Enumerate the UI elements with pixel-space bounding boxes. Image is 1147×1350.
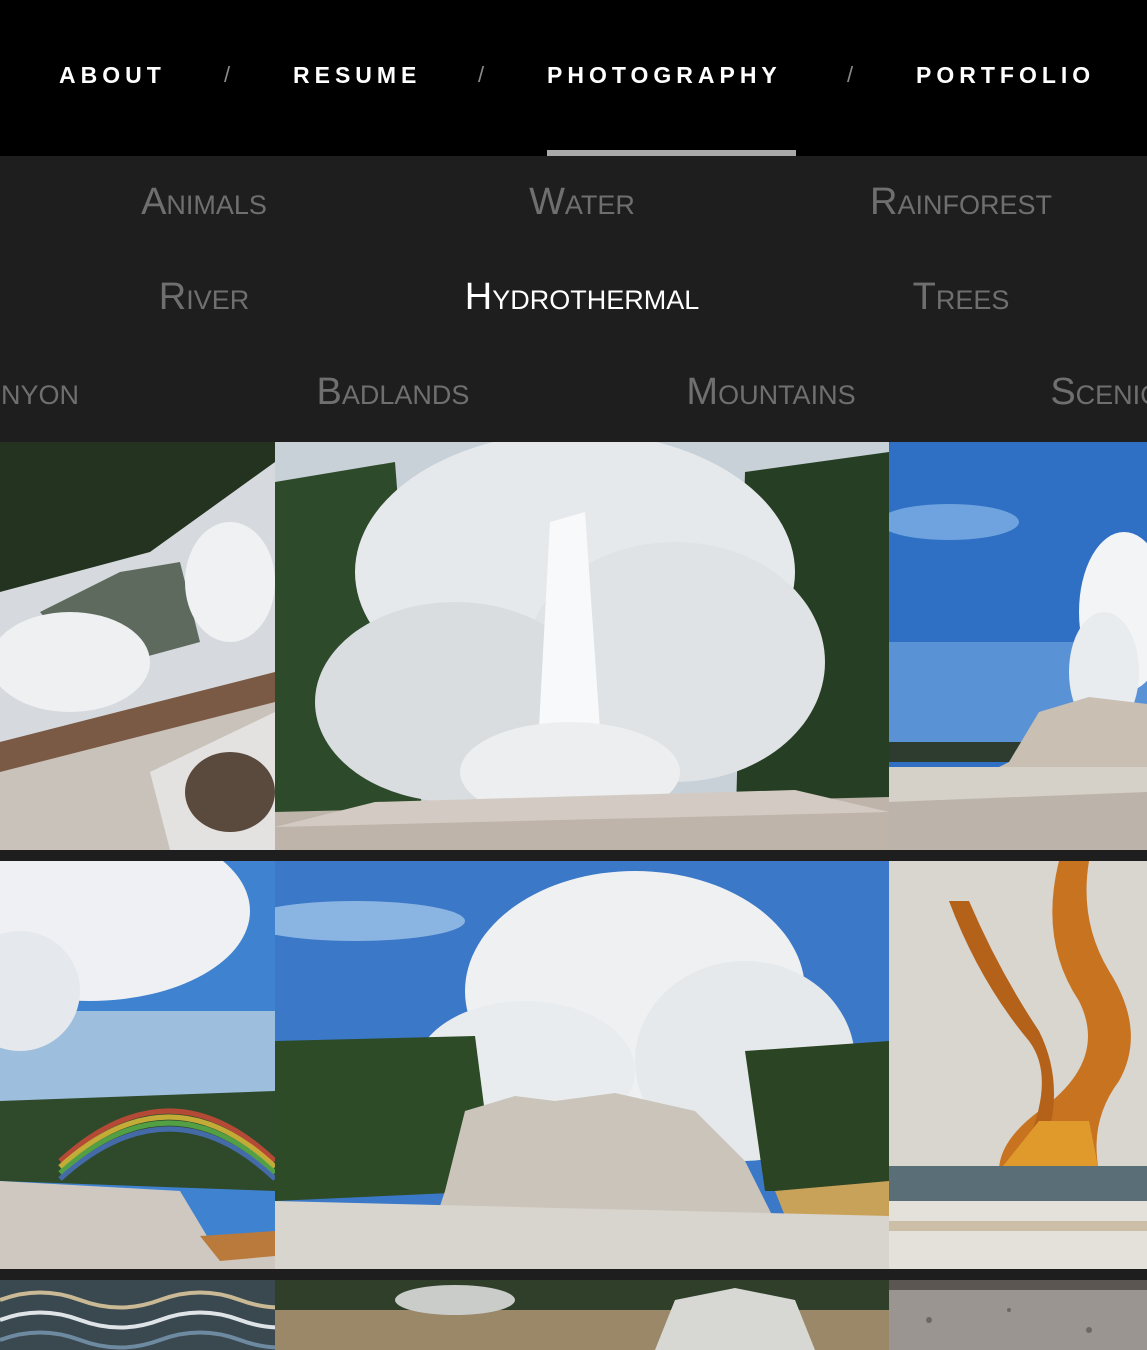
top-navigation: ABOUT / RESUME / PHOTOGRAPHY / PORTFOLIO: [0, 0, 1147, 156]
nav-separator: /: [847, 62, 854, 87]
nav-portfolio[interactable]: PORTFOLIO: [916, 60, 1095, 90]
photo-bacterial-mat[interactable]: [889, 861, 1147, 1269]
category-rainforest[interactable]: Rainforest: [870, 180, 1052, 224]
photo-rainbow-steam[interactable]: [0, 861, 275, 1269]
photo-steaming-slope[interactable]: [0, 442, 275, 850]
nav-separator: /: [478, 62, 485, 87]
category-animals[interactable]: Animals: [141, 180, 267, 224]
category-trees[interactable]: Trees: [913, 275, 1010, 319]
photo-erupting-geyser[interactable]: [275, 442, 889, 850]
category-water[interactable]: Water: [529, 180, 635, 224]
photo-gravel-ground[interactable]: [889, 1280, 1147, 1350]
category-hydrothermal[interactable]: Hydrothermal: [465, 275, 699, 319]
category-river[interactable]: River: [159, 275, 249, 319]
photo-geyser-mound[interactable]: [275, 861, 889, 1269]
category-badlands[interactable]: Badlands: [317, 370, 470, 414]
nav-about[interactable]: ABOUT: [59, 60, 166, 90]
nav-photography[interactable]: PHOTOGRAPHY: [547, 60, 782, 90]
category-scenic[interactable]: Scenic: [1050, 370, 1147, 414]
photo-geyser-cone[interactable]: [889, 442, 1147, 850]
category-canyon[interactable]: nyon: [1, 370, 79, 414]
photo-water-surface[interactable]: [0, 1280, 275, 1350]
category-menu: Animals Water Rainforest River Hydrother…: [0, 156, 1147, 442]
category-mountains[interactable]: Mountains: [686, 370, 855, 414]
photo-grid: [0, 442, 1147, 1350]
nav-separator: /: [224, 62, 231, 87]
nav-resume[interactable]: RESUME: [293, 60, 421, 90]
photo-meadow-mound[interactable]: [275, 1280, 889, 1350]
